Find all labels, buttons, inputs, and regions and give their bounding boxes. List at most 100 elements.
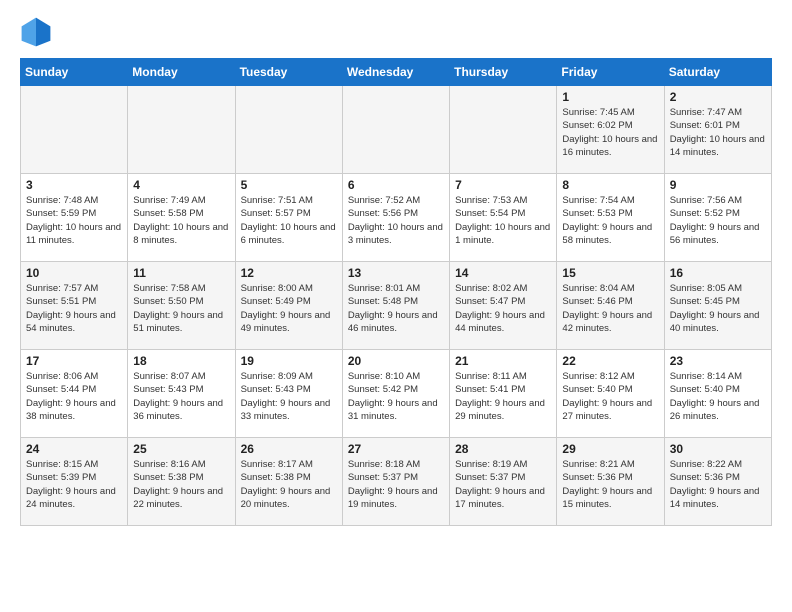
day-cell: 15 Sunrise: 8:04 AM Sunset: 5:46 PM Dayli… (557, 262, 664, 350)
day-info: Sunrise: 7:57 AM Sunset: 5:51 PM Dayligh… (26, 282, 122, 335)
day-cell: 4 Sunrise: 7:49 AM Sunset: 5:58 PM Daylig… (128, 174, 235, 262)
day-number: 29 (562, 442, 658, 456)
day-number: 24 (26, 442, 122, 456)
day-info: Sunrise: 8:01 AM Sunset: 5:48 PM Dayligh… (348, 282, 444, 335)
weekday-friday: Friday (557, 59, 664, 86)
day-info: Sunrise: 8:00 AM Sunset: 5:49 PM Dayligh… (241, 282, 337, 335)
day-number: 18 (133, 354, 229, 368)
day-number: 5 (241, 178, 337, 192)
day-cell (21, 86, 128, 174)
day-info: Sunrise: 7:49 AM Sunset: 5:58 PM Dayligh… (133, 194, 229, 247)
day-cell: 20 Sunrise: 8:10 AM Sunset: 5:42 PM Dayli… (342, 350, 449, 438)
day-cell: 19 Sunrise: 8:09 AM Sunset: 5:43 PM Dayli… (235, 350, 342, 438)
day-info: Sunrise: 8:04 AM Sunset: 5:46 PM Dayligh… (562, 282, 658, 335)
day-cell: 14Sunrise: 8:02 AM Sunset: 5:47 PM Dayli… (450, 262, 557, 350)
day-info: Sunrise: 8:14 AM Sunset: 5:40 PM Dayligh… (670, 370, 766, 423)
day-number: 19 (241, 354, 337, 368)
day-cell: 12 Sunrise: 8:00 AM Sunset: 5:49 PM Dayli… (235, 262, 342, 350)
day-info: Sunrise: 7:52 AM Sunset: 5:56 PM Dayligh… (348, 194, 444, 247)
weekday-tuesday: Tuesday (235, 59, 342, 86)
day-cell: 21 Sunrise: 8:11 AM Sunset: 5:41 PM Dayli… (450, 350, 557, 438)
day-cell: 28 Sunrise: 8:19 AM Sunset: 5:37 PM Dayli… (450, 438, 557, 526)
day-number: 10 (26, 266, 122, 280)
day-info: Sunrise: 8:16 AM Sunset: 5:38 PM Dayligh… (133, 458, 229, 511)
day-cell: 3Sunrise: 7:48 AM Sunset: 5:59 PM Daylig… (21, 174, 128, 262)
weekday-header-row: SundayMondayTuesdayWednesdayThursdayFrid… (21, 59, 772, 86)
weekday-thursday: Thursday (450, 59, 557, 86)
week-row-2: 3Sunrise: 7:48 AM Sunset: 5:59 PM Daylig… (21, 174, 772, 262)
week-row-5: 24 Sunrise: 8:15 AM Sunset: 5:39 PM Dayli… (21, 438, 772, 526)
day-info: Sunrise: 8:09 AM Sunset: 5:43 PM Dayligh… (241, 370, 337, 423)
page: SundayMondayTuesdayWednesdayThursdayFrid… (0, 0, 792, 536)
day-info: Sunrise: 7:58 AM Sunset: 5:50 PM Dayligh… (133, 282, 229, 335)
day-info: Sunrise: 7:51 AM Sunset: 5:57 PM Dayligh… (241, 194, 337, 247)
day-info: Sunrise: 7:56 AM Sunset: 5:52 PM Dayligh… (670, 194, 766, 247)
weekday-wednesday: Wednesday (342, 59, 449, 86)
day-number: 4 (133, 178, 229, 192)
header (20, 16, 772, 48)
day-cell: 13Sunrise: 8:01 AM Sunset: 5:48 PM Dayli… (342, 262, 449, 350)
day-number: 3 (26, 178, 122, 192)
day-cell: 11 Sunrise: 7:58 AM Sunset: 5:50 PM Dayli… (128, 262, 235, 350)
day-info: Sunrise: 7:53 AM Sunset: 5:54 PM Dayligh… (455, 194, 551, 247)
day-info: Sunrise: 8:12 AM Sunset: 5:40 PM Dayligh… (562, 370, 658, 423)
day-info: Sunrise: 7:47 AM Sunset: 6:01 PM Dayligh… (670, 106, 766, 159)
day-cell: 9 Sunrise: 7:56 AM Sunset: 5:52 PM Daylig… (664, 174, 771, 262)
day-cell: 17 Sunrise: 8:06 AM Sunset: 5:44 PM Dayli… (21, 350, 128, 438)
day-cell (128, 86, 235, 174)
weekday-sunday: Sunday (21, 59, 128, 86)
day-info: Sunrise: 8:05 AM Sunset: 5:45 PM Dayligh… (670, 282, 766, 335)
day-cell: 24 Sunrise: 8:15 AM Sunset: 5:39 PM Dayli… (21, 438, 128, 526)
weekday-saturday: Saturday (664, 59, 771, 86)
day-number: 8 (562, 178, 658, 192)
day-cell: 1 Sunrise: 7:45 AM Sunset: 6:02 PM Daylig… (557, 86, 664, 174)
day-number: 16 (670, 266, 766, 280)
logo-icon (20, 16, 52, 48)
day-info: Sunrise: 8:19 AM Sunset: 5:37 PM Dayligh… (455, 458, 551, 511)
day-info: Sunrise: 8:21 AM Sunset: 5:36 PM Dayligh… (562, 458, 658, 511)
calendar: SundayMondayTuesdayWednesdayThursdayFrid… (20, 58, 772, 526)
day-number: 28 (455, 442, 551, 456)
day-cell: 25Sunrise: 8:16 AM Sunset: 5:38 PM Dayli… (128, 438, 235, 526)
day-info: Sunrise: 8:11 AM Sunset: 5:41 PM Dayligh… (455, 370, 551, 423)
day-info: Sunrise: 8:10 AM Sunset: 5:42 PM Dayligh… (348, 370, 444, 423)
day-number: 21 (455, 354, 551, 368)
day-cell: 30Sunrise: 8:22 AM Sunset: 5:36 PM Dayli… (664, 438, 771, 526)
day-info: Sunrise: 8:06 AM Sunset: 5:44 PM Dayligh… (26, 370, 122, 423)
day-info: Sunrise: 7:54 AM Sunset: 5:53 PM Dayligh… (562, 194, 658, 247)
day-info: Sunrise: 7:45 AM Sunset: 6:02 PM Dayligh… (562, 106, 658, 159)
day-number: 23 (670, 354, 766, 368)
day-cell: 29 Sunrise: 8:21 AM Sunset: 5:36 PM Dayli… (557, 438, 664, 526)
day-number: 20 (348, 354, 444, 368)
day-number: 11 (133, 266, 229, 280)
day-number: 26 (241, 442, 337, 456)
day-number: 1 (562, 90, 658, 104)
logo (20, 16, 56, 48)
day-info: Sunrise: 8:17 AM Sunset: 5:38 PM Dayligh… (241, 458, 337, 511)
week-row-3: 10 Sunrise: 7:57 AM Sunset: 5:51 PM Dayli… (21, 262, 772, 350)
day-info: Sunrise: 8:15 AM Sunset: 5:39 PM Dayligh… (26, 458, 122, 511)
day-cell: 6 Sunrise: 7:52 AM Sunset: 5:56 PM Daylig… (342, 174, 449, 262)
day-number: 12 (241, 266, 337, 280)
day-number: 7 (455, 178, 551, 192)
day-cell: 18 Sunrise: 8:07 AM Sunset: 5:43 PM Dayli… (128, 350, 235, 438)
day-cell: 16 Sunrise: 8:05 AM Sunset: 5:45 PM Dayli… (664, 262, 771, 350)
day-cell: 5 Sunrise: 7:51 AM Sunset: 5:57 PM Daylig… (235, 174, 342, 262)
day-number: 22 (562, 354, 658, 368)
day-number: 2 (670, 90, 766, 104)
day-cell: 8 Sunrise: 7:54 AM Sunset: 5:53 PM Daylig… (557, 174, 664, 262)
day-cell: 26 Sunrise: 8:17 AM Sunset: 5:38 PM Dayli… (235, 438, 342, 526)
day-number: 9 (670, 178, 766, 192)
day-info: Sunrise: 8:07 AM Sunset: 5:43 PM Dayligh… (133, 370, 229, 423)
weekday-monday: Monday (128, 59, 235, 86)
day-info: Sunrise: 8:18 AM Sunset: 5:37 PM Dayligh… (348, 458, 444, 511)
day-number: 17 (26, 354, 122, 368)
day-number: 14 (455, 266, 551, 280)
day-cell (235, 86, 342, 174)
day-cell (450, 86, 557, 174)
day-cell: 10 Sunrise: 7:57 AM Sunset: 5:51 PM Dayli… (21, 262, 128, 350)
day-number: 6 (348, 178, 444, 192)
day-cell: 22 Sunrise: 8:12 AM Sunset: 5:40 PM Dayli… (557, 350, 664, 438)
day-number: 15 (562, 266, 658, 280)
day-cell (342, 86, 449, 174)
